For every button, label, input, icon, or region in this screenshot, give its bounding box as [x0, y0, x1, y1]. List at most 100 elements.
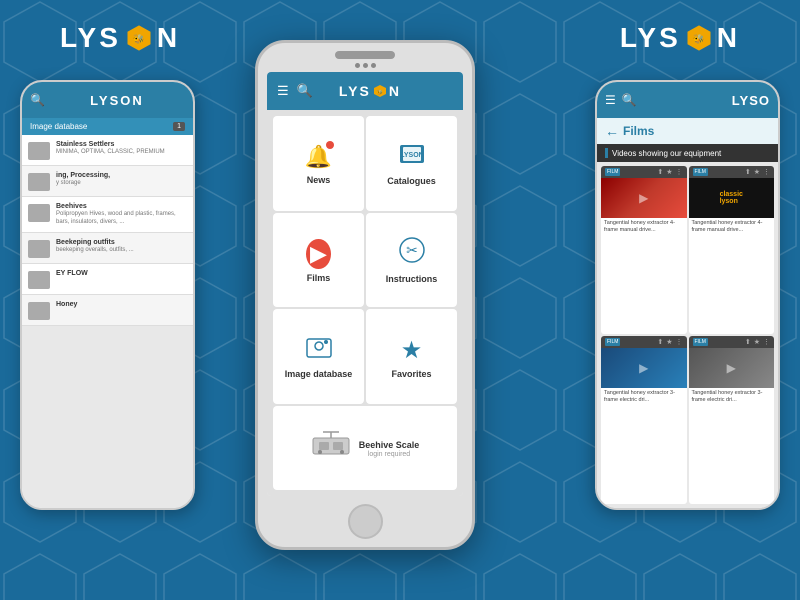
- video-description: Tangential honey extractor 4-frame manua…: [601, 218, 687, 236]
- center-logo-n: N: [389, 83, 401, 99]
- films-label: Films: [307, 273, 331, 283]
- right-phone-header: ☰ 🔍 LYSO: [597, 82, 778, 118]
- video-card[interactable]: FILM ⬆ ★ ⋮ ▶ Tangential honey extractor …: [601, 336, 687, 504]
- video-thumbnail: ▶: [689, 348, 775, 388]
- center-hamburger-icon[interactable]: ☰: [277, 83, 289, 99]
- logo-left-text2: N: [157, 22, 180, 54]
- center-search-icon[interactable]: 🔍: [297, 83, 313, 99]
- menu-item-news[interactable]: 🔔 News: [273, 116, 364, 211]
- folder-icon: [28, 240, 50, 258]
- image-database-icon: [306, 336, 332, 365]
- favorites-label: Favorites: [391, 369, 431, 379]
- more-icon[interactable]: ⋮: [676, 338, 683, 346]
- video-description: Tangential honey extractor 3-frame elect…: [601, 388, 687, 406]
- svg-text:🐝: 🐝: [377, 89, 383, 96]
- menu-item-films[interactable]: ▶ Films: [273, 213, 364, 308]
- menu-item-instructions[interactable]: ✂ Instructions: [366, 213, 457, 308]
- video-tag: FILM: [693, 338, 708, 346]
- star-icon[interactable]: ★: [754, 338, 760, 346]
- catalogues-label: Catalogues: [387, 176, 436, 186]
- share-icon[interactable]: ⬆: [745, 168, 751, 176]
- left-phone: 🔍 LYSON Image database 1 Stainless Settl…: [20, 80, 195, 510]
- right-phone-logo: LYSO: [732, 93, 770, 108]
- phone-notch: [335, 51, 395, 59]
- left-phone-logo: LYSON: [90, 93, 144, 108]
- svg-text:🐝: 🐝: [133, 34, 144, 44]
- favorites-icon: ★: [401, 336, 423, 365]
- section-bar-icon: [605, 148, 608, 158]
- left-phone-header: 🔍 LYSON: [22, 82, 193, 118]
- back-arrow-icon[interactable]: ←: [605, 123, 619, 139]
- star-icon[interactable]: ★: [666, 168, 672, 176]
- video-thumbnail: ▶: [601, 178, 687, 218]
- notification-dot: [326, 141, 334, 149]
- list-item[interactable]: Beehives Polipropyen Hives, wood and pla…: [22, 197, 193, 233]
- left-search-icon[interactable]: 🔍: [30, 93, 45, 107]
- phone-dots: [355, 63, 376, 68]
- logo-right-hex-icon: 🐝: [685, 24, 713, 52]
- instructions-icon: ✂: [399, 237, 425, 270]
- share-icon[interactable]: ⬆: [657, 168, 663, 176]
- video-tag: FILM: [693, 168, 708, 176]
- svg-text:✂: ✂: [406, 242, 418, 258]
- folder-icon: [28, 142, 50, 160]
- logo-left-hex-icon: 🐝: [125, 24, 153, 52]
- list-item[interactable]: Honey: [22, 295, 193, 326]
- logo-top-right: LYS 🐝 N: [620, 22, 740, 54]
- star-icon[interactable]: ★: [754, 168, 760, 176]
- right-hamburger-icon[interactable]: ☰: [605, 93, 616, 107]
- films-icon: ▶: [306, 239, 331, 269]
- share-icon[interactable]: ⬆: [657, 338, 663, 346]
- more-icon[interactable]: ⋮: [676, 168, 683, 176]
- logo-right-text: LYS: [620, 22, 681, 54]
- list-item[interactable]: EY FLOW: [22, 264, 193, 295]
- center-menu-grid: 🔔 News LYSON Catalogues: [267, 110, 463, 497]
- folder-icon: [28, 271, 50, 289]
- center-logo-text: LYS: [339, 83, 371, 99]
- star-icon[interactable]: ★: [666, 338, 672, 346]
- instructions-label: Instructions: [386, 274, 438, 284]
- right-phone: ☰ 🔍 LYSO ← Films Videos showing our equi…: [595, 80, 780, 510]
- left-phone-list: Stainless Settlers MINIMA, OPTIMA, CLASS…: [22, 135, 193, 508]
- videos-section-header: Videos showing our equipment: [597, 144, 778, 162]
- logo-left-text: LYS: [60, 22, 121, 54]
- center-logo-hex-icon: 🐝: [373, 84, 387, 98]
- menu-item-catalogues[interactable]: LYSON Catalogues: [366, 116, 457, 211]
- video-card[interactable]: FILM ⬆ ★ ⋮ classiclyson Tangential honey…: [689, 166, 775, 334]
- video-description: Tangential honey extractor 3-frame elect…: [689, 388, 775, 406]
- svg-text:LYSON: LYSON: [400, 152, 423, 159]
- videos-grid: FILM ⬆ ★ ⋮ ▶ Tangential honey extractor …: [597, 162, 778, 508]
- left-phone-badge: 1: [173, 122, 185, 131]
- films-section-title: Films: [623, 124, 654, 138]
- video-card[interactable]: FILM ⬆ ★ ⋮ ▶ Tangential honey extractor …: [601, 166, 687, 334]
- list-item[interactable]: Stainless Settlers MINIMA, OPTIMA, CLASS…: [22, 135, 193, 166]
- video-description: Tangential honey extractor 4-frame manua…: [689, 218, 775, 236]
- video-tag: FILM: [605, 338, 620, 346]
- center-phone-screen: ☰ 🔍 LYS 🐝 N 🔔 News: [267, 72, 463, 497]
- right-phone-films-header: ← Films: [597, 118, 778, 144]
- phone-home-button[interactable]: [348, 504, 383, 539]
- logo-top-left: LYS 🐝 N: [60, 22, 180, 54]
- menu-item-image-database[interactable]: Image database: [273, 309, 364, 404]
- center-phone-header: ☰ 🔍 LYS 🐝 N: [267, 72, 463, 110]
- share-icon[interactable]: ⬆: [745, 338, 751, 346]
- bell-notification-icon: 🔔: [305, 143, 332, 171]
- beehive-scale-label: Beehive Scale: [359, 440, 420, 450]
- center-phone: ☰ 🔍 LYS 🐝 N 🔔 News: [255, 40, 475, 550]
- video-card[interactable]: FILM ⬆ ★ ⋮ ▶ Tangential honey extractor …: [689, 336, 775, 504]
- list-item[interactable]: Beekeping outfits beekeping overalls, ou…: [22, 233, 193, 264]
- folder-icon: [28, 204, 50, 222]
- news-label: News: [307, 175, 331, 185]
- more-icon[interactable]: ⋮: [763, 168, 770, 176]
- image-database-label: Image database: [285, 369, 353, 379]
- menu-item-favorites[interactable]: ★ Favorites: [366, 309, 457, 404]
- videos-section-subtitle: Videos showing our equipment: [612, 149, 721, 158]
- video-tag: FILM: [605, 168, 620, 176]
- svg-text:🐝: 🐝: [693, 34, 704, 44]
- right-search-icon[interactable]: 🔍: [622, 93, 637, 107]
- more-icon[interactable]: ⋮: [763, 338, 770, 346]
- beehive-scale-icon: [311, 430, 351, 465]
- video-thumbnail: classiclyson: [689, 178, 775, 218]
- menu-item-beehive-scale[interactable]: Beehive Scale login required: [273, 406, 457, 491]
- list-item[interactable]: ing, Processing, y storage: [22, 166, 193, 197]
